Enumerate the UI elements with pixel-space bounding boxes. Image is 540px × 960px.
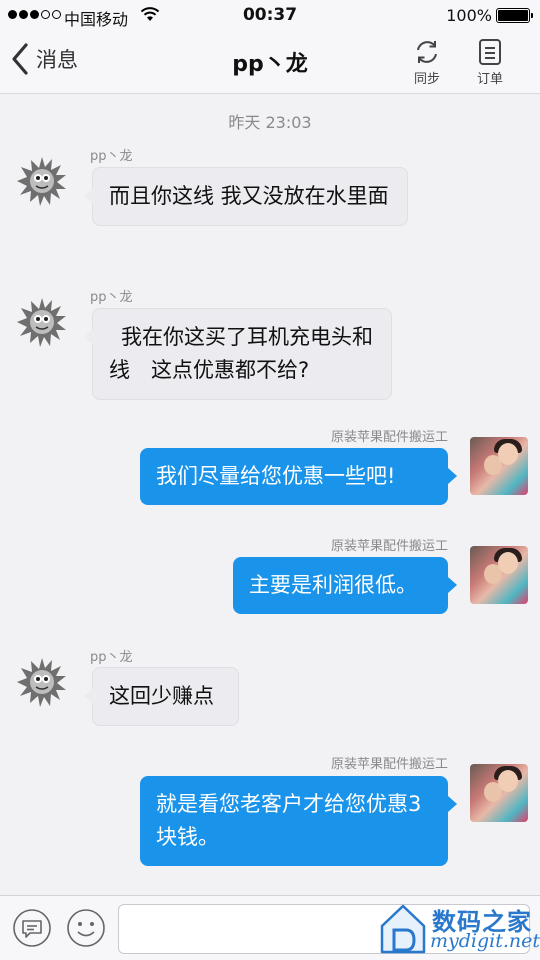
watermark-text-en: mydigit.net [430, 930, 540, 952]
order-list-icon [479, 39, 501, 65]
message-bubble-icon[interactable] [12, 908, 52, 948]
outgoing-message-bubble[interactable]: 主要是利润很低。 [233, 557, 457, 614]
chat-area[interactable]: 昨天 23:03 pp丶龙 而且你这线 我又没放在水里面 pp丶龙 我在你这买了… [0, 95, 540, 895]
outgoing-message-bubble[interactable]: 就是看您老客户才给您优惠3块钱。 [140, 776, 457, 866]
watermark-logo: 数码之家 mydigit.net [376, 900, 540, 958]
message-sender: pp丶龙 [90, 650, 133, 665]
user-avatar[interactable] [470, 437, 528, 495]
sync-label: 同步 [413, 72, 440, 87]
user-avatar[interactable] [470, 546, 528, 604]
outgoing-message-bubble[interactable]: 我们尽量给您优惠一些吧! [140, 448, 457, 505]
incoming-message-bubble[interactable]: 我在你这买了耳机充电头和线 这点优惠都不给? [84, 308, 392, 400]
user-avatar[interactable] [470, 764, 528, 822]
sync-icon [417, 41, 437, 63]
battery-percent: 100% [446, 6, 492, 25]
message-sender: pp丶龙 [90, 290, 133, 305]
message-sender: pp丶龙 [90, 149, 133, 164]
chat-title: pp丶龙 [232, 52, 308, 77]
message-sender: 原装苹果配件搬运工 [330, 430, 448, 445]
contact-avatar[interactable] [14, 153, 70, 209]
order-button[interactable]: 订单 [468, 38, 512, 87]
order-label: 订单 [476, 72, 503, 87]
message-sender: 原装苹果配件搬运工 [330, 539, 448, 554]
contact-avatar[interactable] [14, 654, 70, 710]
chat-timestamp: 昨天 23:03 [228, 113, 312, 132]
emoji-icon[interactable] [66, 908, 106, 948]
battery-icon [496, 8, 533, 23]
battery-level-fill [498, 10, 528, 21]
incoming-message-bubble[interactable]: 这回少赚点 [84, 667, 239, 726]
contact-avatar[interactable] [14, 294, 70, 350]
incoming-message-bubble[interactable]: 而且你这线 我又没放在水里面 [84, 167, 408, 226]
house-logo-icon [380, 904, 426, 954]
sync-button[interactable]: 同步 [405, 38, 449, 87]
top-bar: 中国移动 00:37 100% 消息 pp丶龙 同步 订单 [0, 0, 540, 94]
message-sender: 原装苹果配件搬运工 [330, 757, 448, 772]
status-bar: 中国移动 00:37 100% [0, 0, 540, 30]
